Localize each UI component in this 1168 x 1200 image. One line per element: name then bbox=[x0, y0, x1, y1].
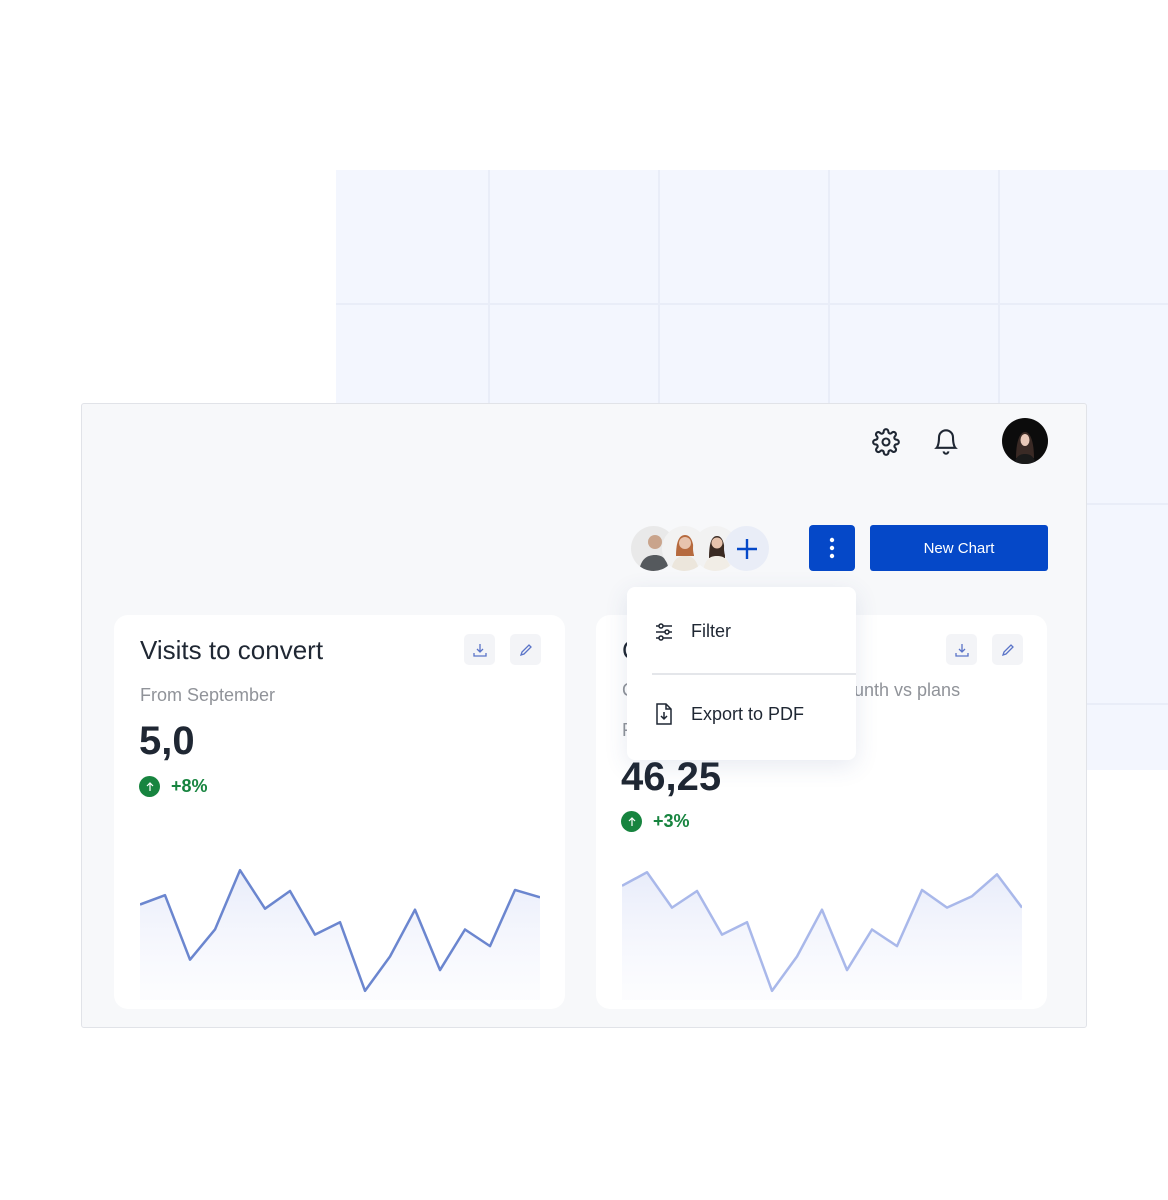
menu-item-label: Filter bbox=[691, 621, 731, 641]
download-icon bbox=[954, 643, 969, 657]
download-button[interactable] bbox=[464, 634, 495, 665]
pencil-icon bbox=[1001, 643, 1014, 656]
file-download-icon bbox=[656, 703, 672, 725]
sparkline-chart bbox=[140, 868, 540, 1000]
delta-badge: +8% bbox=[139, 776, 208, 797]
download-icon bbox=[472, 643, 487, 657]
new-chart-button[interactable]: New Chart bbox=[870, 525, 1048, 571]
card-subtitle: unth vs plans bbox=[854, 680, 961, 700]
add-collaborator-button[interactable] bbox=[724, 526, 769, 571]
sparkline-chart bbox=[622, 871, 1022, 1000]
bell-icon[interactable] bbox=[930, 426, 962, 458]
delta-value: +3% bbox=[653, 811, 690, 831]
card-title: Visits to convert bbox=[140, 635, 324, 665]
edit-button[interactable] bbox=[992, 634, 1023, 665]
user-avatar[interactable] bbox=[1002, 418, 1048, 464]
more-options-button[interactable] bbox=[809, 525, 855, 571]
vertical-dots-icon bbox=[829, 537, 835, 559]
edit-button[interactable] bbox=[510, 634, 541, 665]
chart-area bbox=[622, 872, 1022, 1000]
card-visits-to-convert: Visits to convert From September 5,0 +8% bbox=[114, 615, 565, 1009]
download-button[interactable] bbox=[946, 634, 977, 665]
options-dropdown: Filter Export to PDF bbox=[627, 587, 856, 760]
card-subtitle: From September bbox=[140, 685, 276, 705]
menu-item-filter[interactable]: Filter bbox=[654, 621, 731, 642]
arrow-up-icon bbox=[621, 811, 642, 832]
sliders-icon bbox=[656, 622, 672, 641]
delta-badge: +3% bbox=[621, 811, 690, 832]
arrow-up-icon bbox=[139, 776, 160, 797]
menu-divider bbox=[652, 673, 856, 675]
menu-item-label: Export to PDF bbox=[691, 703, 805, 724]
chart-area bbox=[140, 870, 540, 1000]
pencil-icon bbox=[519, 643, 532, 656]
delta-value: +8% bbox=[171, 776, 208, 796]
plus-icon bbox=[736, 538, 757, 559]
dashboard-panel: New Chart Visits to convert From Septemb… bbox=[81, 403, 1087, 1028]
gear-icon[interactable] bbox=[870, 426, 902, 458]
card-value: 5,0 bbox=[139, 719, 195, 763]
card-value: 46,25 bbox=[621, 755, 722, 799]
menu-item-export-pdf[interactable]: Export to PDF bbox=[654, 703, 804, 725]
